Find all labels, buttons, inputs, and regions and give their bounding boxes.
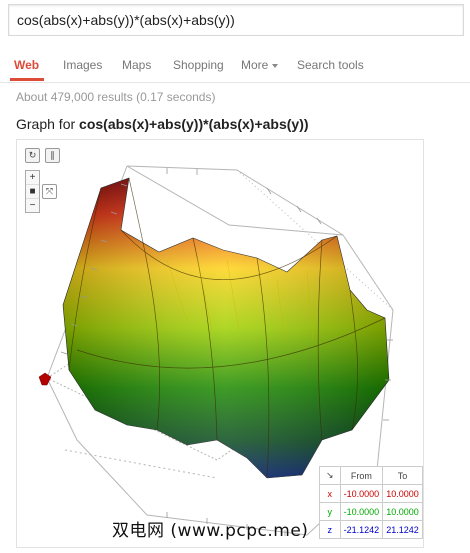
zoom-out-button[interactable]: − bbox=[26, 199, 39, 212]
graph-title-prefix: Graph for bbox=[16, 116, 80, 132]
header-to: To bbox=[382, 466, 423, 485]
search-tabs: Web Images Maps Shopping More Search too… bbox=[0, 48, 470, 83]
tab-more[interactable]: More bbox=[241, 58, 279, 72]
tab-maps[interactable]: Maps bbox=[122, 58, 151, 72]
refresh-icon[interactable]: ↻ bbox=[25, 148, 40, 163]
tab-more-label: More bbox=[241, 58, 269, 72]
axis-label-x: x bbox=[319, 484, 341, 503]
y-from-field[interactable]: -10.0000 bbox=[339, 502, 384, 521]
chevron-down-icon bbox=[272, 63, 279, 68]
z-to-field[interactable]: 21.1242 bbox=[382, 520, 423, 539]
tab-images[interactable]: Images bbox=[63, 58, 102, 72]
zoom-in-button[interactable]: + bbox=[26, 171, 39, 185]
graph-title: Graph for cos(abs(x)+abs(y))*(abs(x)+abs… bbox=[16, 116, 309, 132]
axes-icon[interactable]: ⤧ bbox=[42, 184, 57, 199]
result-stats: About 479,000 results (0.17 seconds) bbox=[16, 90, 216, 104]
graph-function: cos(abs(x)+abs(y))*(abs(x)+abs(y)) bbox=[79, 116, 309, 132]
search-input[interactable] bbox=[9, 5, 463, 35]
arrow-icon: ↘ bbox=[319, 466, 341, 485]
camera-icon[interactable]: ■ bbox=[26, 185, 39, 199]
pause-icon[interactable]: ∥ bbox=[45, 148, 60, 163]
y-to-field[interactable]: 10.0000 bbox=[382, 502, 423, 521]
x-from-field[interactable]: -10.0000 bbox=[339, 484, 384, 503]
active-tab-indicator bbox=[10, 78, 44, 81]
zoom-controls: + ■ − bbox=[25, 170, 40, 213]
axis-label-y: y bbox=[319, 502, 341, 521]
x-to-field[interactable]: 10.0000 bbox=[382, 484, 423, 503]
z-from-field[interactable]: -21.1242 bbox=[339, 520, 384, 539]
surface bbox=[38, 177, 390, 479]
axis-label-z: z bbox=[319, 520, 341, 539]
header-from: From bbox=[339, 466, 384, 485]
tab-shopping[interactable]: Shopping bbox=[173, 58, 224, 72]
graph-3d[interactable]: ↻ ∥ + ■ − ⤧ ↘ From To x -10.0000 10.0000… bbox=[16, 139, 424, 548]
tab-web[interactable]: Web bbox=[14, 58, 39, 72]
watermark: 双电网 (www.pcpc.me) bbox=[112, 521, 309, 541]
tab-search-tools[interactable]: Search tools bbox=[297, 58, 364, 72]
axis-range-table: ↘ From To x -10.0000 10.0000 y -10.0000 … bbox=[319, 466, 423, 539]
search-box[interactable] bbox=[8, 4, 464, 36]
